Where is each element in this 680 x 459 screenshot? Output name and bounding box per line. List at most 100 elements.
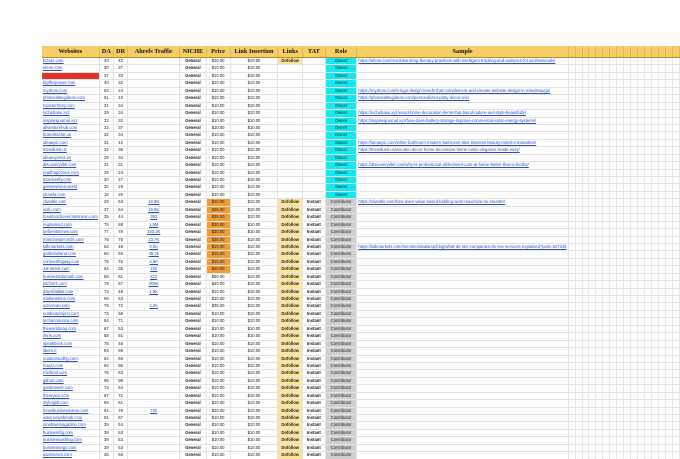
role-cell[interactable]: Owner [325,72,358,81]
empty-cell[interactable] [644,146,653,155]
link-insertion-cell[interactable]: $10.00 [230,94,279,103]
empty-cell[interactable] [582,117,590,125]
empty-cell[interactable] [623,317,632,326]
website-cell[interactable]: triendlunit.us [42,146,100,155]
empty-cell[interactable] [637,436,646,445]
empty-cell[interactable] [609,191,618,200]
empty-cell[interactable] [665,444,673,453]
tat-cell[interactable]: Instant [302,265,326,274]
empty-cell[interactable] [609,57,618,66]
empty-cell[interactable] [644,384,653,393]
empty-cell[interactable] [609,161,618,170]
empty-cell[interactable] [651,355,660,363]
price-cell[interactable]: $10.00 [206,57,231,66]
empty-cell[interactable] [665,325,673,334]
empty-cell[interactable] [575,265,583,274]
niche-cell[interactable]: General [179,429,207,438]
empty-cell[interactable] [582,213,590,222]
empty-cell[interactable] [630,355,639,363]
empty-cell[interactable] [575,161,583,170]
link-insertion-cell[interactable]: $10.00 [230,79,279,88]
empty-cell[interactable] [582,399,590,408]
da-cell[interactable]: 32 [99,146,114,155]
tat-cell[interactable] [302,131,326,140]
tat-cell[interactable]: Instant [302,429,326,438]
traffic-cell[interactable] [127,332,181,341]
empty-cell[interactable] [582,64,590,73]
price-cell[interactable]: $15.00 [206,243,231,252]
dr-cell[interactable]: 61 [113,332,129,341]
empty-cell[interactable] [623,429,632,438]
empty-cell[interactable] [595,198,604,207]
empty-cell[interactable] [637,57,646,66]
empty-cell[interactable] [630,384,639,393]
empty-cell[interactable] [665,102,673,111]
empty-cell[interactable] [630,221,639,230]
empty-cell[interactable] [658,243,666,252]
empty-cell[interactable] [651,295,660,304]
empty-cell[interactable] [609,258,618,267]
empty-cell[interactable] [644,102,653,111]
sample-cell[interactable] [356,399,569,408]
empty-cell[interactable] [602,250,611,259]
da-cell[interactable]: 77 [99,228,114,237]
empty-cell[interactable] [616,213,625,222]
dr-cell[interactable]: 31 [113,161,129,170]
traffic-cell[interactable] [127,183,181,192]
empty-cell[interactable] [658,429,666,438]
da-cell[interactable]: 29 [99,154,114,163]
link-insertion-cell[interactable]: $10.00 [230,288,279,297]
dr-cell[interactable]: 42 [113,57,129,66]
empty-cell[interactable] [616,198,625,207]
traffic-cell[interactable] [127,124,181,133]
empty-cell[interactable] [665,302,673,311]
links-cell[interactable]: Dofollow [277,206,304,215]
empty-cell[interactable] [595,228,604,237]
empty-cell[interactable] [623,280,632,289]
empty-cell[interactable] [644,57,653,66]
empty-cell[interactable] [672,57,680,66]
empty-cell[interactable] [630,302,639,311]
da-cell[interactable]: 18 [99,191,114,200]
empty-cell[interactable] [609,332,618,341]
tat-cell[interactable] [302,139,326,148]
dr-cell[interactable]: 53 [113,325,129,334]
empty-cell[interactable] [616,444,625,453]
empty-cell[interactable] [672,102,680,111]
empty-cell[interactable] [623,221,632,230]
tat-cell[interactable]: Instant [302,288,326,297]
da-cell[interactable]: 31 [99,102,114,111]
header-ahrefs-traffic[interactable]: Ahrefs Traffic [127,46,181,58]
empty-cell[interactable] [665,64,673,73]
empty-cell[interactable] [637,444,646,453]
empty-cell[interactable] [665,154,673,163]
sample-cell[interactable] [356,79,569,88]
empty-cell[interactable] [658,302,666,311]
empty-cell[interactable] [644,407,653,416]
empty-cell[interactable] [644,139,653,148]
sample-cell[interactable] [356,213,569,222]
empty-cell[interactable] [609,154,618,163]
links-cell[interactable]: Dofollow [277,265,304,274]
empty-cell[interactable] [582,206,590,215]
sample-cell[interactable] [356,176,569,185]
empty-cell[interactable] [595,139,604,148]
empty-cell[interactable] [637,94,646,103]
website-cell[interactable]: ideaepic.com [42,139,100,148]
links-cell[interactable] [277,87,304,96]
empty-cell[interactable] [609,436,618,445]
sample-cell[interactable] [356,64,569,73]
sample-cell[interactable] [356,280,569,289]
empty-cell[interactable] [644,310,653,319]
empty-cell[interactable] [588,332,597,341]
empty-cell[interactable] [609,64,618,73]
sample-cell[interactable] [356,228,569,237]
empty-cell[interactable] [575,355,583,363]
empty-cell[interactable] [609,340,618,349]
tat-cell[interactable] [302,176,326,185]
empty-cell[interactable] [616,131,625,140]
website-cell[interactable]: github.com [42,377,100,386]
da-cell[interactable]: 92 [99,362,114,371]
website-cell[interactable]: usainnews.com [42,451,100,459]
price-cell[interactable]: $10.00 [206,295,231,304]
